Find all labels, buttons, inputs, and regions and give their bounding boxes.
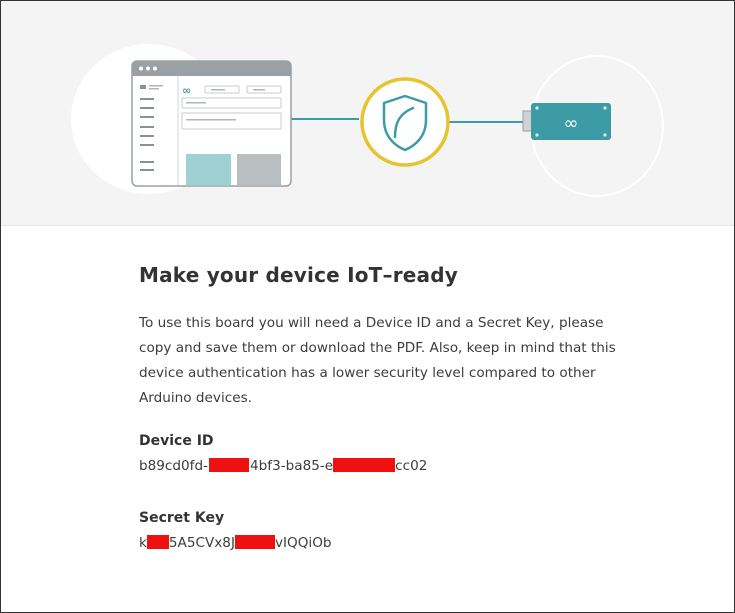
secret-key-label: Secret Key: [139, 510, 225, 526]
redaction-mark: [234, 535, 275, 549]
iot-illustration: ∞ ∞: [71, 44, 664, 197]
device-id-label: Device ID: [139, 433, 214, 449]
device-id-part-1: b89cd0fd-: [139, 458, 208, 474]
secret-key-part-3: vIQQiOb: [274, 535, 332, 551]
dialog-description: To use this board you will need a Device…: [139, 315, 616, 406]
hero-illustration: ∞ ∞: [1, 1, 734, 226]
redaction-mark: [209, 458, 249, 472]
browser-window-icon: ∞: [131, 60, 292, 187]
secret-key-part-1: k: [139, 535, 147, 551]
arduino-board-icon: ∞: [522, 103, 611, 140]
dialog-title: Make your device IoT–ready: [139, 263, 458, 287]
secret-key-value[interactable]: k 5A5CVx8J vIQQiOb: [139, 535, 619, 553]
shield-icon: [360, 77, 450, 167]
device-id-part-2: 4bf3-ba85-e: [250, 458, 334, 474]
redaction-mark: [146, 535, 169, 549]
secret-key-part-2: 5A5CVx8J: [168, 535, 235, 551]
redaction-mark: [333, 458, 396, 472]
svg-text:∞: ∞: [564, 113, 579, 134]
dialog-content: Make your device IoT–ready To use this b…: [139, 263, 619, 587]
iot-ready-dialog: ∞ ∞ Make your device IoT–ready To use th…: [0, 0, 735, 613]
device-id-part-3: cc02: [395, 458, 428, 474]
svg-text:∞: ∞: [182, 84, 191, 97]
device-id-value[interactable]: b89cd0fd- 4bf3-ba85-e cc02: [139, 458, 619, 476]
